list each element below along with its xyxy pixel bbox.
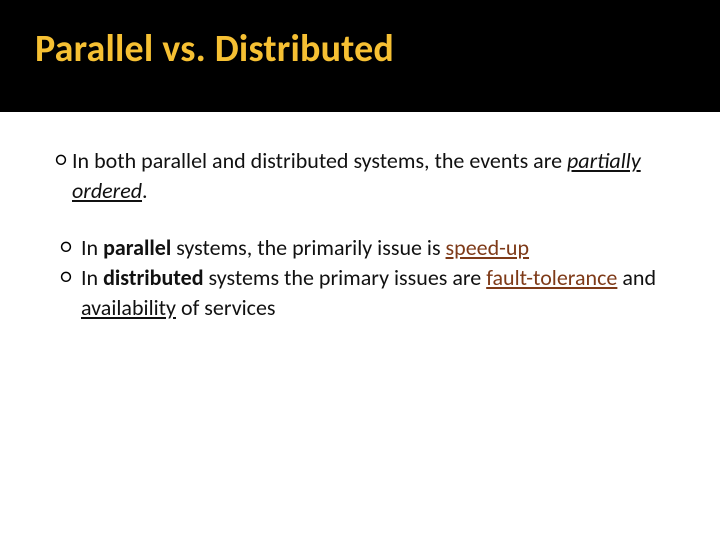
bullet-group-1: ○ In both parallel and distributed syste… (50, 146, 670, 205)
text-run: systems the primary issues are (204, 264, 487, 291)
underline-text: fault-tolerance (486, 264, 617, 291)
bullet-item: ○ In parallel systems, the primarily iss… (50, 233, 670, 263)
text-run: and (617, 264, 656, 291)
text-run: of services (176, 294, 276, 321)
text-run: In both parallel and distributed systems… (72, 147, 567, 174)
underline-text: availability (81, 294, 176, 321)
slide-title: Parallel vs. Distributed (35, 26, 720, 72)
circle-bullet-icon: ○ (55, 263, 77, 292)
bullet-text: In parallel systems, the primarily issue… (81, 233, 670, 263)
spacer (50, 205, 670, 233)
bullet-item: ○ In distributed systems the primary iss… (50, 263, 670, 322)
text-run: In (81, 234, 103, 261)
text-run: . (142, 177, 148, 204)
underline-text: speed-up (446, 234, 529, 261)
bold-text: parallel (103, 234, 171, 261)
circle-bullet-icon: ○ (50, 146, 72, 175)
bullet-item: ○ In both parallel and distributed syste… (50, 146, 670, 205)
slide-body: ○ In both parallel and distributed syste… (0, 112, 720, 322)
slide: Parallel vs. Distributed ○ In both paral… (0, 0, 720, 540)
bullet-text: In distributed systems the primary issue… (81, 263, 670, 322)
text-run: In (81, 264, 103, 291)
bullet-text: In both parallel and distributed systems… (72, 146, 670, 205)
text-run: systems, the primarily issue is (171, 234, 445, 261)
bold-text: distributed (103, 264, 203, 291)
circle-bullet-icon: ○ (55, 233, 77, 262)
title-band: Parallel vs. Distributed (0, 0, 720, 112)
